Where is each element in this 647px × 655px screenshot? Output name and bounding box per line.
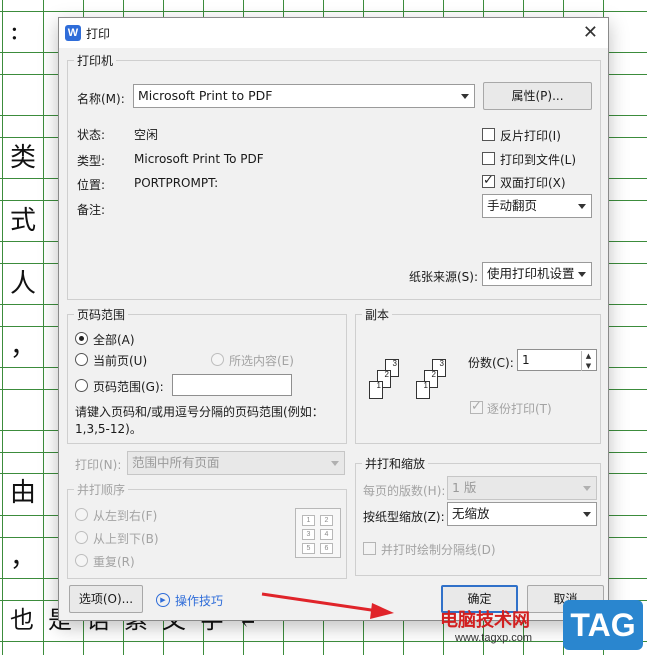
watermark-url: www.tagxp.com	[455, 632, 533, 644]
annotation-arrow	[261, 592, 394, 619]
watermark-tag-logo: TAG	[563, 600, 643, 650]
watermark-site-name: 电脑技术网	[440, 610, 530, 631]
